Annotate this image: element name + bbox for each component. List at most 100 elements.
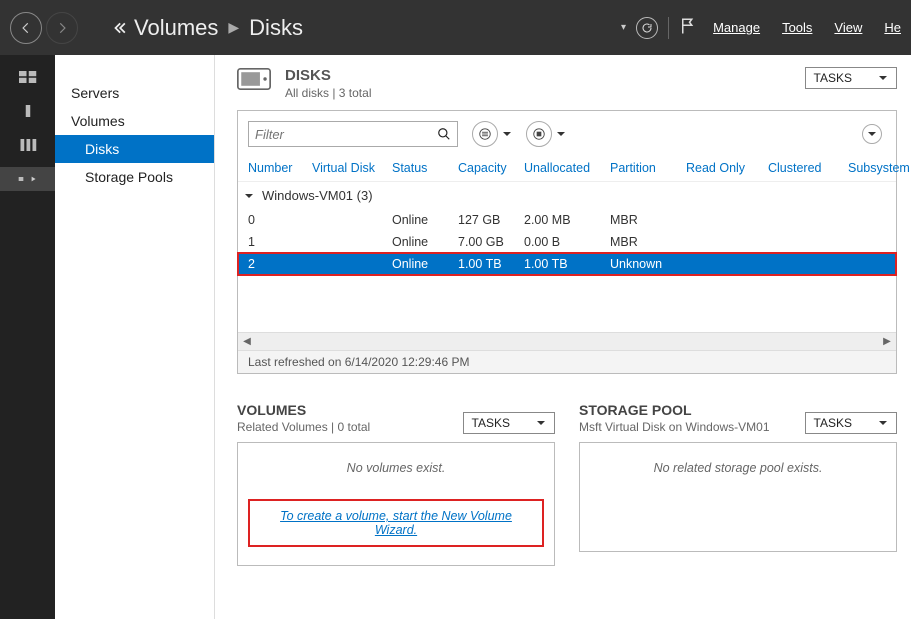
forward-button (46, 12, 78, 44)
cell-clustered (768, 257, 848, 271)
col-subsystem[interactable]: Subsystem (848, 161, 911, 175)
titlebar-menu: Manage Tools View He (713, 20, 901, 35)
notifications-flag-icon[interactable] (679, 17, 697, 38)
cell-vdisk (312, 235, 392, 249)
section-subtitle: All disks | 3 total (285, 86, 371, 100)
cell-capacity: 1.00 TB (458, 257, 524, 271)
grid-header: Number Virtual Disk Status Capacity Unal… (238, 157, 896, 182)
tasks-label: TASKS (472, 416, 510, 430)
refresh-icon[interactable] (636, 17, 658, 39)
section-title: STORAGE POOL (579, 402, 770, 418)
cell-unallocated: 2.00 MB (524, 213, 610, 227)
cell-readonly (686, 213, 768, 227)
cell-clustered (768, 235, 848, 249)
group-row[interactable]: Windows-VM01 (3) (238, 182, 896, 209)
cell-status: Online (392, 257, 458, 271)
volumes-section: VOLUMES Related Volumes | 0 total TASKS … (237, 402, 555, 566)
section-subtitle: Msft Virtual Disk on Windows-VM01 (579, 420, 770, 434)
grid-body: Windows-VM01 (3) 0Online127 GB2.00 MBMBR… (238, 182, 896, 332)
expand-section-icon[interactable] (862, 124, 882, 144)
rail-storage-icon[interactable] (0, 167, 55, 191)
breadcrumb-root-icon[interactable] (112, 21, 126, 35)
chevron-down-icon (878, 418, 888, 428)
rail-server-icon[interactable] (0, 99, 55, 123)
breadcrumb: Volumes ▶ Disks (134, 15, 303, 41)
col-number[interactable]: Number (248, 161, 312, 175)
storage-pool-section: STORAGE POOL Msft Virtual Disk on Window… (579, 402, 897, 566)
chevron-down-icon[interactable] (502, 127, 512, 142)
main-content: DISKS All disks | 3 total TASKS (215, 55, 911, 619)
col-unallocated[interactable]: Unallocated (524, 161, 610, 175)
cell-subsystem (848, 257, 911, 271)
cell-unallocated: 1.00 TB (524, 257, 610, 271)
col-read-only[interactable]: Read Only (686, 161, 768, 175)
nav-item-disks[interactable]: Disks (55, 135, 214, 163)
horizontal-scrollbar[interactable]: ◀ ▶ (238, 332, 896, 350)
col-capacity[interactable]: Capacity (458, 161, 524, 175)
chevron-down-icon (536, 418, 546, 428)
tasks-label: TASKS (814, 416, 852, 430)
cell-partition: MBR (610, 213, 686, 227)
menu-tools[interactable]: Tools (782, 20, 812, 35)
col-status[interactable]: Status (392, 161, 458, 175)
filter-box[interactable] (248, 121, 458, 147)
left-icon-rail (0, 55, 55, 619)
scroll-right-icon[interactable]: ▶ (878, 333, 896, 351)
cell-status: Online (392, 235, 458, 249)
cell-vdisk (312, 213, 392, 227)
section-title: DISKS (285, 67, 371, 84)
back-button[interactable] (10, 12, 42, 44)
col-partition[interactable]: Partition (610, 161, 686, 175)
table-row[interactable]: 0 Online127 GB2.00 MBMBR (238, 209, 896, 231)
cell-readonly (686, 235, 768, 249)
cell-partition: MBR (610, 235, 686, 249)
cell-status: Online (392, 213, 458, 227)
tasks-label: TASKS (814, 71, 852, 85)
tasks-dropdown[interactable]: TASKS (805, 412, 897, 434)
separator (668, 17, 669, 39)
navigation-tree: Servers Volumes Disks Storage Pools (55, 55, 215, 619)
breadcrumb-item[interactable]: Volumes (134, 15, 218, 41)
cell-number: 0 (248, 213, 312, 227)
section-subtitle: Related Volumes | 0 total (237, 420, 370, 434)
cell-number: 1 (248, 235, 312, 249)
rail-dashboard-icon[interactable] (0, 65, 55, 89)
dropdown-caret-icon[interactable]: ▾ (621, 22, 626, 33)
list-view-icon[interactable] (526, 121, 552, 147)
menu-help[interactable]: He (884, 20, 901, 35)
col-virtual-disk[interactable]: Virtual Disk (312, 161, 392, 175)
cell-vdisk (312, 257, 392, 271)
cell-subsystem (848, 235, 911, 249)
tasks-dropdown[interactable]: TASKS (463, 412, 555, 434)
chevron-down-icon (878, 73, 888, 83)
section-title: VOLUMES (237, 402, 370, 418)
cell-readonly (686, 257, 768, 271)
disk-icon (237, 67, 271, 94)
details-view-icon[interactable] (472, 121, 498, 147)
nav-item-servers[interactable]: Servers (55, 79, 214, 107)
cell-number: 2 (248, 257, 312, 271)
table-row[interactable]: 2Online1.00 TB1.00 TBUnknown (238, 253, 896, 275)
cell-capacity: 127 GB (458, 213, 524, 227)
scroll-left-icon[interactable]: ◀ (238, 333, 256, 351)
menu-view[interactable]: View (834, 20, 862, 35)
cell-capacity: 7.00 GB (458, 235, 524, 249)
col-clustered[interactable]: Clustered (768, 161, 848, 175)
group-label: Windows-VM01 (3) (262, 188, 373, 203)
empty-message: No volumes exist. (248, 461, 544, 475)
chevron-down-icon[interactable] (556, 127, 566, 142)
rail-all-servers-icon[interactable] (0, 133, 55, 157)
table-row[interactable]: 1Online7.00 GB0.00 BMBR (238, 231, 896, 253)
collapse-icon[interactable] (244, 191, 254, 201)
last-refreshed: Last refreshed on 6/14/2020 12:29:46 PM (238, 350, 896, 373)
disks-panel: Number Virtual Disk Status Capacity Unal… (237, 110, 897, 374)
menu-manage[interactable]: Manage (713, 20, 760, 35)
breadcrumb-item[interactable]: Disks (249, 15, 303, 41)
new-volume-wizard-link[interactable]: To create a volume, start the New Volume… (248, 499, 544, 547)
search-icon[interactable] (437, 127, 451, 141)
nav-item-storage-pools[interactable]: Storage Pools (55, 163, 214, 191)
cell-partition: Unknown (610, 257, 686, 271)
tasks-dropdown[interactable]: TASKS (805, 67, 897, 89)
filter-input[interactable] (255, 127, 437, 142)
nav-item-volumes[interactable]: Volumes (55, 107, 214, 135)
